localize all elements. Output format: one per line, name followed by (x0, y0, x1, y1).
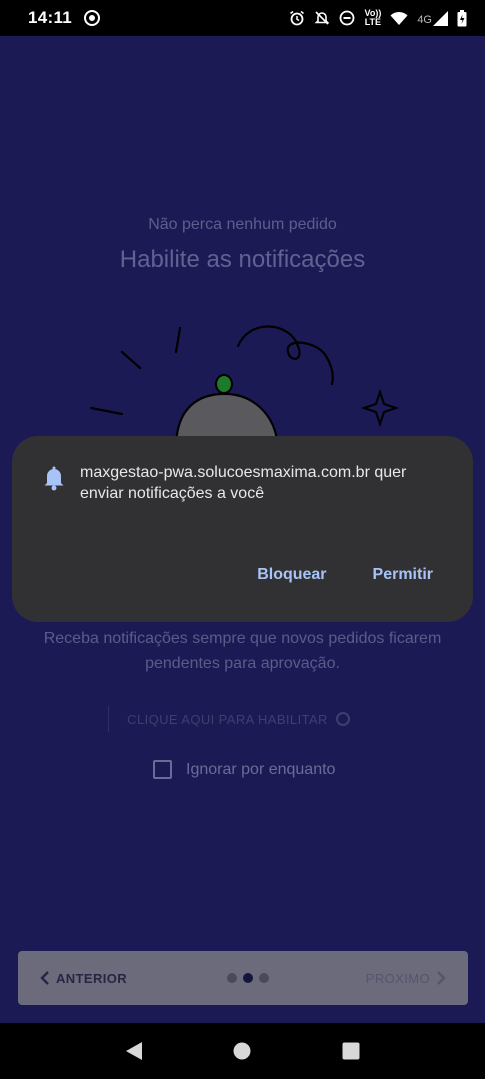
pager-dot (227, 973, 238, 983)
dialog-actions: Bloquear Permitir (257, 566, 433, 584)
recents-icon[interactable] (341, 1041, 361, 1061)
page-title: Habilite as notificações (119, 246, 366, 273)
alarm-icon (290, 10, 305, 26)
bell-off-icon (315, 11, 330, 25)
status-time: 14:11 (28, 8, 73, 27)
pager-dot (259, 973, 270, 983)
volte-icon: Vo)) LTE (364, 8, 382, 27)
cellular: 4G (417, 10, 448, 26)
chevron-right-icon (437, 971, 446, 985)
previous-label: ANTERIOR (56, 970, 128, 986)
ignore-option[interactable]: Ignorar por enquanto (153, 760, 335, 779)
next-button[interactable]: PROXIMO (366, 971, 446, 986)
loading-circle-icon (335, 712, 350, 726)
enable-notifications-button[interactable]: CLIQUE AQUI PARA HABILITAR (108, 706, 368, 732)
notification-illustration (89, 325, 400, 448)
status-bar: 14:11 Vo)) LTE 4G (0, 0, 485, 36)
pager-dots (227, 973, 270, 983)
pager-bar: ANTERIOR PROXIMO (18, 951, 468, 1005)
page-description: Receba notificações sempre que novos ped… (43, 630, 442, 672)
next-label: PROXIMO (365, 970, 430, 986)
notification-permission-dialog: maxgestao-pwa.solucoesmaxima.com.br quer… (12, 436, 473, 622)
ignore-label: Ignorar por enquanto (186, 760, 336, 778)
previous-button[interactable]: ANTERIOR (40, 971, 127, 986)
dialog-message: maxgestao-pwa.solucoesmaxima.com.br quer… (80, 464, 407, 502)
block-button[interactable]: Bloquear (257, 566, 326, 584)
enable-button-label: CLIQUE AQUI PARA HABILITAR (127, 711, 328, 727)
pager-dot-active (243, 973, 254, 983)
back-icon[interactable] (124, 1041, 144, 1061)
page-subtitle: Não perca nenhum pedido (148, 216, 337, 233)
status-icons: Vo)) LTE 4G (289, 9, 467, 27)
signal-icon (433, 10, 448, 26)
chevron-left-icon (40, 971, 49, 985)
ignore-checkbox[interactable] (153, 760, 172, 779)
allow-button[interactable]: Permitir (373, 566, 433, 584)
wifi-icon (390, 11, 408, 25)
do-not-disturb-icon (340, 10, 355, 26)
record-icon (84, 10, 101, 26)
battery-icon (457, 9, 467, 26)
system-navigation-bar (0, 1023, 485, 1079)
bell-icon (44, 466, 64, 491)
home-icon[interactable] (232, 1041, 252, 1061)
